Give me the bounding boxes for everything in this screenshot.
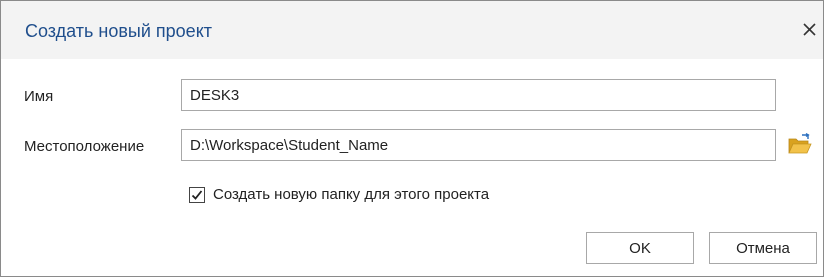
close-button[interactable]: [799, 19, 821, 41]
location-label: Местоположение: [24, 138, 145, 155]
checkmark-icon: [191, 190, 203, 200]
dialog-title: Создать новый проект: [25, 21, 213, 41]
create-project-dialog: Создать новый проект Имя Местоположение …: [0, 0, 824, 277]
dialog-titlebar: Создать новый проект: [1, 1, 823, 59]
cancel-button[interactable]: Отмена: [709, 232, 817, 264]
name-label: Имя: [24, 88, 54, 105]
ok-button[interactable]: OK: [586, 232, 694, 264]
create-folder-checkbox[interactable]: [189, 187, 205, 203]
name-field[interactable]: [181, 79, 776, 111]
create-folder-label[interactable]: Создать новую папку для этого проекта: [213, 186, 489, 203]
close-icon: [803, 23, 816, 36]
location-field[interactable]: [181, 129, 776, 161]
browse-folder-button[interactable]: [787, 132, 813, 157]
open-folder-icon: [788, 132, 812, 154]
